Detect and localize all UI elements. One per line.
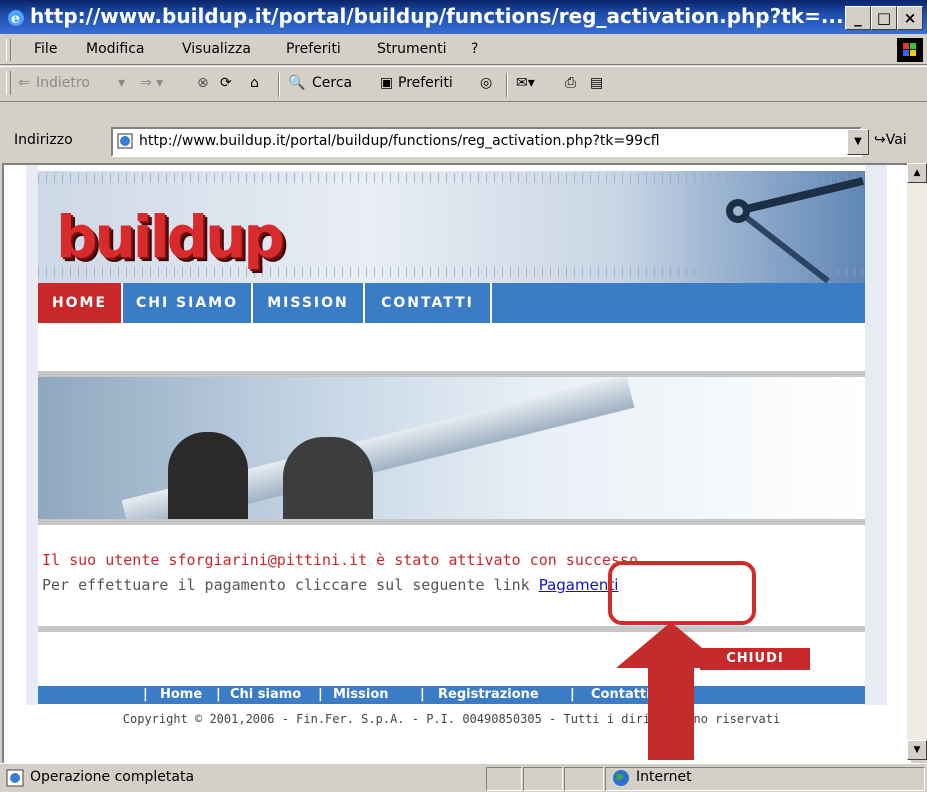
browser-viewport[interactable]: buildup HOME CHI SIAMO MISSION CONTATTI … bbox=[2, 163, 911, 764]
page-margin-left bbox=[26, 165, 38, 705]
minimize-button[interactable]: _ bbox=[845, 6, 871, 30]
nav-contatti[interactable]: CONTATTI bbox=[365, 283, 492, 323]
go-label: Vai bbox=[885, 132, 907, 148]
back-arrow-icon: ⇐ bbox=[18, 75, 30, 91]
toolbar-grip bbox=[6, 71, 11, 95]
nav-home[interactable]: HOME bbox=[38, 283, 123, 323]
favorites-button[interactable]: Preferiti bbox=[398, 75, 453, 91]
payment-instruction-text: Per effettuare il pagamento cliccare sul… bbox=[42, 576, 530, 594]
address-dropdown-icon[interactable]: ▼ bbox=[847, 129, 869, 155]
address-label: Indirizzo bbox=[14, 132, 73, 148]
zone-label: Internet bbox=[636, 769, 692, 785]
page-done-icon bbox=[6, 769, 24, 787]
footer-link-registrazione[interactable]: Registrazione bbox=[438, 687, 539, 702]
footer-link-chi-siamo[interactable]: Chi siamo bbox=[230, 687, 301, 702]
ie-logo-icon: e bbox=[8, 10, 24, 27]
menu-help[interactable]: ? bbox=[471, 41, 478, 57]
address-field[interactable]: http://www.buildup.it/portal/buildup/fun… bbox=[111, 127, 862, 157]
divider bbox=[38, 626, 865, 632]
menu-modifica[interactable]: Modifica bbox=[86, 41, 145, 57]
print-icon[interactable]: ⎙ bbox=[565, 75, 576, 91]
footer-link-mission[interactable]: Mission bbox=[333, 687, 389, 702]
footer-sep: | bbox=[318, 687, 323, 702]
hero-image bbox=[38, 377, 865, 519]
footer-nav: | Home | Chi siamo | Mission | Registraz… bbox=[38, 686, 865, 704]
highlight-annotation bbox=[608, 561, 756, 625]
back-button[interactable]: Indietro bbox=[36, 75, 90, 91]
globe-icon bbox=[613, 770, 629, 786]
search-icon: 🔍 bbox=[288, 75, 306, 91]
divider bbox=[38, 519, 865, 525]
edit-icon[interactable]: ▤ bbox=[590, 75, 603, 91]
page-margin-right bbox=[865, 165, 887, 705]
search-button[interactable]: Cerca bbox=[312, 75, 352, 91]
payment-link[interactable]: Pagamenti bbox=[539, 576, 619, 594]
copyright-text: Copyright © 2001,2006 - Fin.Fer. S.p.A. … bbox=[122, 712, 781, 726]
address-url[interactable]: http://www.buildup.it/portal/buildup/fun… bbox=[139, 133, 829, 149]
menu-preferiti[interactable]: Preferiti bbox=[286, 41, 341, 57]
scroll-down-icon[interactable]: ▼ bbox=[907, 740, 927, 760]
footer-link-home[interactable]: Home bbox=[160, 687, 202, 702]
address-bar: Indirizzo http://www.buildup.it/portal/b… bbox=[0, 123, 927, 159]
toolbar: ⇐ Indietro ▾ ⇒ ▾ ⊗ ⟳ ⌂ 🔍 Cerca ▣ Preferi… bbox=[0, 66, 927, 102]
menu-strumenti[interactable]: Strumenti bbox=[377, 41, 447, 57]
menu-file[interactable]: File bbox=[34, 41, 57, 57]
footer-sep: | bbox=[143, 687, 148, 702]
status-pane bbox=[564, 767, 604, 791]
menu-bar: File Modifica Visualizza Preferiti Strum… bbox=[0, 36, 927, 65]
site-logo[interactable]: buildup bbox=[56, 203, 285, 271]
status-text: Operazione completata bbox=[30, 769, 195, 785]
close-window-button[interactable]: × bbox=[897, 6, 923, 30]
status-bar: Operazione completata Internet bbox=[0, 763, 927, 792]
person-graphic bbox=[283, 437, 373, 519]
menu-grip bbox=[6, 39, 11, 61]
site-nav: HOME CHI SIAMO MISSION CONTATTI bbox=[38, 283, 865, 323]
footer-sep: | bbox=[570, 687, 575, 702]
home-icon[interactable]: ⌂ bbox=[250, 75, 259, 91]
page-icon bbox=[117, 133, 133, 149]
arrow-up-annotation-icon bbox=[616, 622, 726, 760]
go-button[interactable]: ↪Vai bbox=[874, 132, 907, 148]
maximize-button[interactable]: □ bbox=[871, 6, 897, 30]
window-title: http://www.buildup.it/portal/buildup/fun… bbox=[30, 4, 844, 28]
status-pane bbox=[523, 767, 563, 791]
stop-icon[interactable]: ⊗ bbox=[197, 75, 209, 91]
site-banner: buildup bbox=[38, 171, 865, 283]
web-page: buildup HOME CHI SIAMO MISSION CONTATTI … bbox=[38, 171, 865, 726]
mail-icon[interactable]: ✉▾ bbox=[516, 75, 535, 91]
person-graphic bbox=[168, 432, 248, 519]
scroll-up-icon[interactable]: ▲ bbox=[907, 163, 927, 183]
menu-visualizza[interactable]: Visualizza bbox=[182, 41, 251, 57]
toolbar-separator bbox=[506, 73, 508, 97]
forward-button[interactable]: ⇒ ▾ bbox=[140, 75, 163, 91]
activation-message: Il suo utente sforgiarini@pittini.it è s… bbox=[42, 551, 639, 569]
vertical-scrollbar[interactable]: ▲ ▼ bbox=[907, 163, 927, 760]
toolbar-separator bbox=[278, 73, 280, 97]
go-arrow-icon: ↪ bbox=[874, 132, 886, 148]
back-dropdown-icon[interactable]: ▾ bbox=[118, 75, 125, 91]
refresh-icon[interactable]: ⟳ bbox=[220, 75, 232, 91]
footer-sep: | bbox=[216, 687, 221, 702]
nav-mission[interactable]: MISSION bbox=[253, 283, 365, 323]
svg-text:e: e bbox=[11, 11, 20, 27]
nav-chi-siamo[interactable]: CHI SIAMO bbox=[123, 283, 253, 323]
favorites-icon: ▣ bbox=[380, 75, 394, 91]
footer-sep: | bbox=[420, 687, 425, 702]
compass-icon bbox=[726, 177, 864, 283]
windows-flag-icon bbox=[897, 38, 923, 62]
media-icon[interactable]: ◎ bbox=[480, 75, 492, 91]
status-pane bbox=[486, 767, 522, 791]
payment-instruction: Per effettuare il pagamento cliccare sul… bbox=[42, 576, 618, 594]
title-bar: e http://www.buildup.it/portal/buildup/f… bbox=[0, 0, 927, 34]
